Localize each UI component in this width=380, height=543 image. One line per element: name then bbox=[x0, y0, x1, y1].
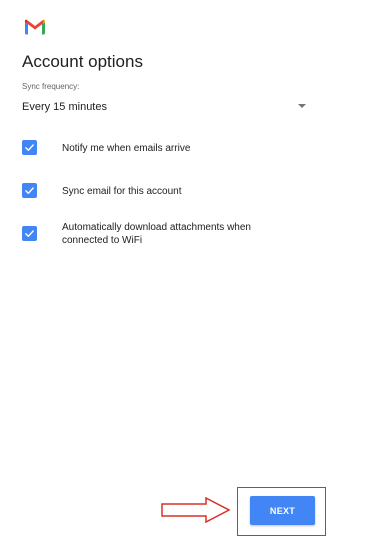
page-title: Account options bbox=[22, 52, 143, 71]
right-arrow-icon bbox=[161, 497, 231, 523]
download-attachments-checkbox[interactable] bbox=[22, 226, 37, 241]
next-button[interactable]: NEXT bbox=[250, 496, 315, 525]
option-download-attachments[interactable]: Automatically download attachments when … bbox=[22, 220, 322, 250]
checkmark-icon bbox=[25, 187, 34, 194]
option-notify-emails[interactable]: Notify me when emails arrive bbox=[22, 139, 322, 157]
sync-email-checkbox[interactable] bbox=[22, 183, 37, 198]
option-sync-email[interactable]: Sync email for this account bbox=[22, 182, 322, 200]
notify-label: Notify me when emails arrive bbox=[62, 143, 191, 154]
notify-checkbox[interactable] bbox=[22, 140, 37, 155]
checkmark-icon bbox=[25, 230, 34, 237]
sync-frequency-dropdown[interactable]: Every 15 minutes bbox=[22, 98, 312, 118]
sync-frequency-value: Every 15 minutes bbox=[22, 101, 107, 113]
sync-email-label: Sync email for this account bbox=[62, 186, 182, 197]
gmail-logo-icon bbox=[25, 19, 45, 35]
sync-frequency-label: Sync frequency: bbox=[22, 82, 80, 91]
dropdown-caret-icon bbox=[298, 104, 306, 108]
checkmark-icon bbox=[25, 144, 34, 151]
download-attachments-label: Automatically download attachments when … bbox=[62, 222, 251, 246]
